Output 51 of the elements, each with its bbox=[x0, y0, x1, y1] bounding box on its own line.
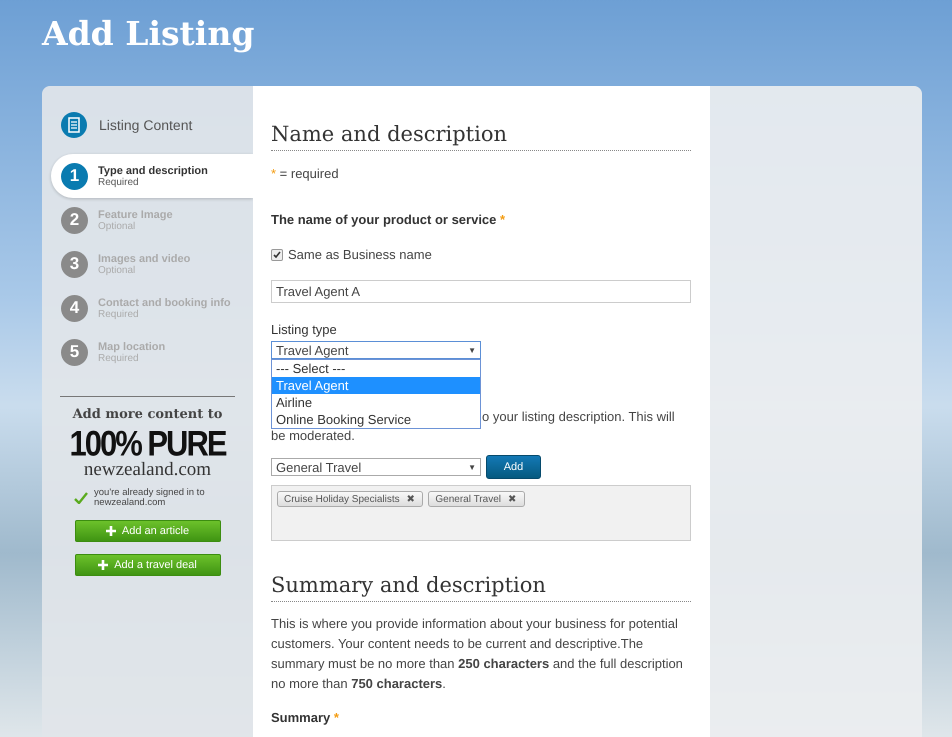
plus-icon bbox=[98, 560, 108, 570]
step-item[interactable]: 5 Map location Required bbox=[42, 330, 253, 374]
step-number: 1 bbox=[61, 162, 88, 190]
dropdown-option[interactable]: Travel Agent bbox=[272, 377, 480, 394]
section-description: This is where you provide information about your business for potential customers. Your content needs to be current and descriptive.The summary must be no more than 250 characters and the full description no more than 750 characters. bbox=[271, 615, 684, 693]
step-status: Required bbox=[98, 308, 140, 320]
step-title: Map location bbox=[98, 340, 166, 352]
logo-domain: newzealand.com bbox=[84, 460, 212, 480]
promo-heading: Add more content to bbox=[72, 407, 222, 422]
checkmark-icon bbox=[74, 492, 88, 504]
tags-note-line: be moderated. bbox=[271, 427, 356, 445]
field-label: Summary * bbox=[271, 710, 340, 725]
step-number: 4 bbox=[61, 294, 88, 322]
step-title: Images and video bbox=[98, 252, 190, 264]
step-title: Type and description bbox=[98, 164, 208, 176]
listing-type-select[interactable]: Travel Agent ▼ bbox=[271, 341, 481, 359]
step-number: 3 bbox=[61, 250, 88, 278]
section-heading: Summary and description bbox=[271, 573, 691, 602]
document-list-icon bbox=[61, 112, 87, 138]
tag-chip[interactable]: General Travel ✖ bbox=[428, 491, 525, 507]
tag-chip[interactable]: Cruise Holiday Specialists ✖ bbox=[277, 491, 424, 507]
dropdown-option[interactable]: Online Booking Service bbox=[272, 411, 480, 428]
step-status: Required bbox=[98, 176, 140, 188]
add-button[interactable]: Add bbox=[486, 455, 541, 479]
plus-icon bbox=[106, 526, 116, 536]
page-title: Add Listing bbox=[40, 13, 256, 55]
section-heading: Name and description bbox=[271, 122, 691, 151]
dropdown-option[interactable]: --- Select --- bbox=[272, 360, 480, 377]
name-input-field[interactable]: Travel Agent A bbox=[271, 280, 691, 303]
step-status: Optional bbox=[98, 220, 136, 232]
step-status: Optional bbox=[98, 264, 136, 276]
category-select[interactable]: General Travel ▼ bbox=[271, 458, 481, 476]
logo-text: 100% PURE bbox=[69, 426, 226, 462]
step-number: 2 bbox=[61, 206, 88, 234]
tags-note-line: o your listing description. This will bbox=[482, 408, 676, 426]
dropdown-option[interactable]: Airline bbox=[272, 394, 480, 411]
step-item[interactable]: 3 Images and video Optional bbox=[42, 242, 253, 286]
checkbox[interactable] bbox=[271, 248, 283, 260]
step-item[interactable]: 4 Contact and booking info Required bbox=[42, 286, 253, 330]
signed-in-note: you're already signed in to newzealand.com bbox=[94, 488, 206, 508]
step-number: 5 bbox=[61, 338, 88, 366]
step-item[interactable]: 1 Type and description Required bbox=[51, 154, 253, 198]
step-title: Feature Image bbox=[98, 208, 173, 220]
step-item[interactable]: 2 Feature Image Optional bbox=[42, 198, 253, 242]
required-note: * = required bbox=[271, 166, 340, 181]
sidebar-header: Listing Content bbox=[99, 117, 192, 133]
step-status: Required bbox=[98, 352, 140, 364]
step-title: Contact and booking info bbox=[98, 296, 231, 308]
checkbox-label: Same as Business name bbox=[288, 247, 432, 262]
field-label: Listing type bbox=[271, 322, 338, 337]
field-label: The name of your product or service * bbox=[271, 212, 506, 227]
